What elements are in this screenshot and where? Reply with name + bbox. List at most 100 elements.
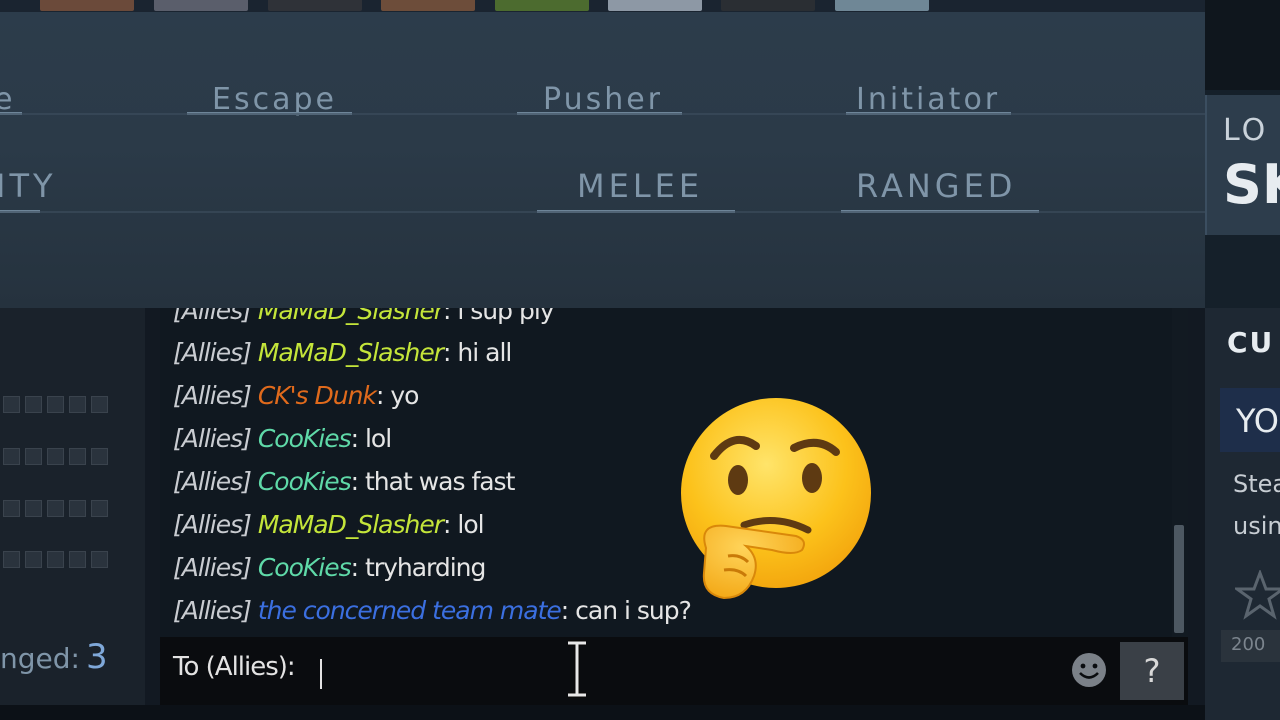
hero-portrait[interactable] (608, 0, 702, 11)
chat-message-text: i sup ply (457, 308, 554, 325)
description-line: Stea (1233, 470, 1280, 498)
ranged-count-value: 3 (85, 637, 108, 677)
chat-channel-tag: [Allies] (173, 510, 252, 539)
hero-portrait[interactable] (268, 0, 362, 11)
stat-square (25, 551, 42, 568)
chat-separator: : (443, 338, 458, 367)
stat-square (69, 396, 86, 413)
right-sidebar: LO SK CU Stea usin 200 YO (1205, 0, 1280, 720)
chat-channel-tag: [Allies] (173, 381, 252, 410)
chat-separator: : (443, 510, 458, 539)
chat-channel-tag: [Allies] (173, 308, 252, 325)
chat-sender-name[interactable]: CooKies (258, 424, 352, 453)
chat-sender-name[interactable]: the concerned team mate (258, 596, 562, 625)
chat-message: [Allies] CooKies: tryharding (173, 553, 486, 582)
stat-square (25, 396, 42, 413)
filter-melee[interactable]: MELEE (577, 167, 703, 205)
chat-message: [Allies] MaMaD_Slasher: lol (173, 510, 485, 539)
chat-message: [Allies] CooKies: that was fast (173, 467, 515, 496)
chat-message-text: that was fast (364, 467, 515, 496)
chat-separator: : (443, 308, 458, 325)
chat-sender-name[interactable]: CooKies (258, 467, 352, 496)
stat-square (91, 500, 108, 517)
chat-separator: : (375, 381, 391, 410)
chat-sender-name[interactable]: MaMaD_Slasher (258, 308, 444, 325)
chat-separator: : (350, 467, 365, 496)
chat-message: [Allies] the concerned team mate: can i … (173, 596, 692, 625)
chat-message: [Allies] MaMaD_Slasher: i sup ply (173, 308, 555, 325)
chat-message: [Allies] MaMaD_Slasher: hi all (173, 338, 512, 367)
stat-square (69, 551, 86, 568)
stat-square (69, 500, 86, 517)
hero-portrait[interactable] (40, 0, 134, 11)
filter-row-divider (0, 113, 1205, 115)
chat-target-label: To (Allies): (173, 652, 296, 682)
help-button[interactable]: ? (1120, 642, 1184, 700)
smiley-icon[interactable] (1070, 651, 1108, 689)
chat-message-text: yo (390, 381, 419, 410)
text-caret (320, 659, 322, 689)
stat-square (47, 551, 64, 568)
stat-square (69, 448, 86, 465)
chat-log[interactable]: [Allies] MaMaD_Slasher: i sup ply [Allies… (160, 308, 1188, 638)
lobby-card-value: SK (1223, 153, 1280, 216)
stat-square (47, 396, 64, 413)
ranged-label-text: nged: (0, 642, 80, 675)
chat-sender-name[interactable]: CK's Dunk (258, 381, 377, 410)
chat-message: [Allies] CooKies: lol (173, 424, 392, 453)
price-value: 200 (1231, 634, 1266, 655)
hero-portrait[interactable] (381, 0, 475, 11)
stat-square (25, 500, 42, 517)
chat-message: [Allies] CK's Dunk: yo (173, 381, 419, 410)
stat-square (47, 500, 64, 517)
stat-square (3, 500, 20, 517)
chat-sender-name[interactable]: MaMaD_Slasher (258, 338, 444, 367)
filter-row-divider (0, 211, 1205, 213)
chat-separator: : (350, 424, 365, 453)
section-heading: CU (1227, 326, 1275, 359)
chat-message-text: lol (457, 510, 484, 539)
lobby-card-title: LO (1223, 113, 1269, 148)
star-icon[interactable] (1235, 570, 1280, 620)
chat-message-text: hi all (457, 338, 512, 367)
ranged-count-stat: nged: 3 (0, 637, 108, 677)
lobby-card[interactable]: LO SK (1205, 95, 1280, 235)
stat-square (3, 448, 20, 465)
chat-message-text: lol (364, 424, 392, 453)
text-cursor-icon (568, 640, 586, 698)
stat-square (47, 448, 64, 465)
chat-channel-tag: [Allies] (173, 596, 252, 625)
thinking-face-icon (681, 398, 871, 600)
hero-portrait[interactable] (835, 0, 929, 11)
hero-portrait[interactable] (721, 0, 815, 11)
bottom-bar (0, 705, 1205, 720)
chat-scrollbar-thumb[interactable] (1174, 525, 1184, 633)
filter-complexity-partial[interactable]: ITY (0, 167, 57, 205)
stat-square (3, 396, 20, 413)
hero-portrait-strip (0, 0, 1205, 12)
chat-channel-tag: [Allies] (173, 467, 252, 496)
chat-sender-name[interactable]: MaMaD_Slasher (258, 510, 444, 539)
description-line: usin (1233, 512, 1280, 540)
chat-message-text: can i sup? (575, 596, 692, 625)
steam-button-label: YO (1236, 402, 1279, 440)
filter-ranged[interactable]: RANGED (856, 167, 1016, 205)
stat-square (3, 551, 20, 568)
steam-button[interactable]: YO (1220, 388, 1280, 452)
hero-filter-panel: e Escape Pusher Initiator ITY MELEE RANG… (0, 12, 1205, 308)
hero-portrait[interactable] (154, 0, 248, 11)
chat-channel-tag: [Allies] (173, 424, 252, 453)
stat-square (91, 551, 108, 568)
chat-channel-tag: [Allies] (173, 338, 252, 367)
chat-separator: : (350, 553, 365, 582)
chat-sender-name[interactable]: CooKies (258, 553, 352, 582)
hero-portrait[interactable] (495, 0, 589, 11)
stat-square (91, 396, 108, 413)
chat-input-bar[interactable]: To (Allies): ? (160, 637, 1188, 705)
chat-channel-tag: [Allies] (173, 553, 252, 582)
right-lower-panel: CU Stea usin 200 (1205, 308, 1280, 720)
right-top-panel (1205, 0, 1280, 90)
price-box: 200 (1221, 630, 1280, 662)
chat-message-text: tryharding (364, 553, 486, 582)
stat-square (91, 448, 108, 465)
